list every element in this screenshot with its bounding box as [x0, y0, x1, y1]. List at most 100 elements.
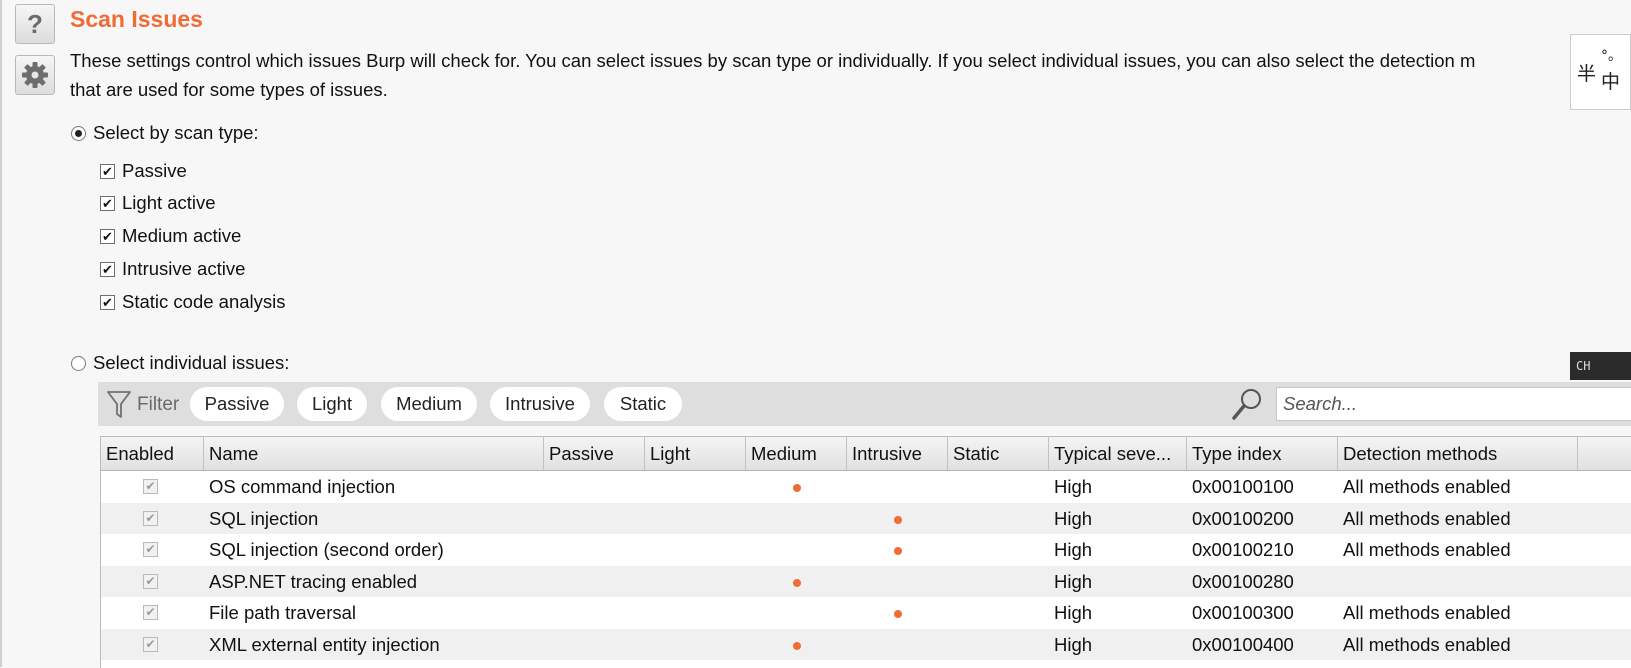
table-row[interactable]: ✔ OS command injection High 0x00100100 All m… — [101, 471, 1631, 503]
enabled-checkbox[interactable]: ✔ — [143, 573, 158, 589]
cell-enabled: ✔ — [101, 534, 204, 566]
checkbox-box[interactable]: ✔ — [100, 163, 115, 179]
checkbox-box[interactable]: ✔ — [100, 261, 115, 277]
checkbox-box[interactable]: ✔ — [100, 195, 115, 211]
enabled-checkbox[interactable]: ✔ — [143, 636, 158, 652]
settings-button[interactable] — [15, 55, 55, 95]
cell-severity: High — [1054, 539, 1093, 560]
column-header-medium[interactable]: Medium — [746, 437, 847, 470]
table-row[interactable]: ✔ File path traversal High 0x00100300 All me… — [101, 597, 1631, 629]
cell-detection-methods: All methods enabled — [1343, 602, 1511, 623]
enabled-checkbox[interactable]: ✔ — [143, 542, 158, 557]
cell-static — [948, 566, 1049, 598]
scan-type-dot — [793, 484, 801, 492]
checkbox-label: Intrusive active — [122, 258, 246, 279]
checkbox-box[interactable]: ✔ — [100, 294, 115, 310]
ime-toolbar[interactable]: CH — [1570, 352, 1631, 380]
cell-severity: High — [1054, 602, 1093, 623]
cell-light — [645, 629, 746, 661]
checkbox-label: Light active — [122, 192, 216, 213]
select-by-scan-type-radio[interactable]: Select by scan type: — [71, 122, 259, 144]
filter-chip-light[interactable]: Light — [297, 387, 367, 421]
checkbox-box[interactable]: ✔ — [100, 228, 115, 244]
cell-passive — [544, 566, 645, 598]
radio-button-unselected[interactable] — [71, 355, 86, 371]
cell-intrusive — [847, 597, 948, 629]
funnel-icon — [107, 391, 131, 418]
magnifier-icon — [1232, 389, 1261, 420]
ime-logo-overlay: 半 °。 中 — [1570, 34, 1631, 110]
cell-detection-methods — [1338, 566, 1578, 598]
cell-detection-methods: All methods enabled — [1343, 539, 1511, 560]
issues-table: Enabled Name Passive Light Medium Intrus… — [100, 436, 1631, 668]
column-header-name[interactable]: Name — [204, 437, 544, 470]
column-header-type-index[interactable]: Type index — [1187, 437, 1338, 470]
cell-passive — [544, 471, 645, 503]
radio-button-selected[interactable] — [71, 125, 86, 141]
column-header-typical-severity[interactable]: Typical seve... — [1049, 437, 1187, 470]
table-row[interactable]: ✔ SQL injection High 0x00100200 All methods … — [101, 502, 1631, 535]
cell-name: SQL injection — [209, 507, 319, 529]
cell-enabled: ✔ — [101, 566, 204, 598]
enabled-checkbox[interactable]: ✔ — [143, 510, 158, 526]
cell-detection-methods: All methods enabled — [1343, 507, 1511, 529]
cell-light — [645, 597, 746, 629]
table-row[interactable]: ✔ SQL injection (second order) High 0x00100… — [101, 534, 1631, 566]
gear-icon — [22, 62, 48, 88]
table-row[interactable]: ✔ XML external entity injection High 0x0010… — [101, 628, 1631, 661]
search-input[interactable] — [1276, 387, 1631, 421]
filter-chip-passive[interactable]: Passive — [190, 387, 284, 421]
cell-light — [645, 503, 746, 535]
checkbox-passive[interactable]: ✔ Passive — [100, 160, 187, 182]
cell-name: OS command injection — [209, 476, 396, 497]
cell-type-index: 0x00100100 — [1192, 476, 1294, 497]
cell-enabled: ✔ — [101, 471, 204, 503]
cell-enabled: ✔ — [101, 503, 204, 535]
column-header-enabled[interactable]: Enabled — [101, 437, 204, 470]
checkbox-medium-active[interactable]: ✔ Medium active — [100, 225, 241, 247]
checkbox-label: Static code analysis — [122, 291, 286, 312]
cell-light — [645, 566, 746, 598]
column-header-passive[interactable]: Passive — [544, 437, 645, 470]
filter-chip-intrusive[interactable]: Intrusive — [490, 387, 590, 421]
logo-char: 中 — [1601, 71, 1621, 93]
column-header-static[interactable]: Static — [948, 437, 1049, 470]
cell-passive — [544, 629, 645, 661]
logo-char: °。 — [1601, 48, 1622, 64]
cell-light — [645, 471, 746, 503]
cell-passive — [544, 597, 645, 629]
filter-button[interactable]: Filter — [106, 390, 179, 420]
cell-enabled: ✔ — [101, 629, 204, 661]
filter-chip-static[interactable]: Static — [604, 387, 682, 421]
select-individual-issues-label: Select individual issues: — [93, 352, 290, 373]
column-header-light[interactable]: Light — [645, 437, 746, 470]
select-individual-issues-radio[interactable]: Select individual issues: — [71, 352, 289, 374]
cell-static — [948, 503, 1049, 535]
scan-type-dot — [894, 610, 902, 618]
cell-intrusive — [847, 471, 948, 503]
filter-chip-medium[interactable]: Medium — [381, 387, 477, 421]
table-row[interactable]: ✔ ASP.NET tracing enabled High 0x00100280 — [101, 565, 1631, 598]
cell-medium — [746, 471, 847, 503]
cell-intrusive — [847, 503, 948, 535]
checkbox-light-active[interactable]: ✔ Light active — [100, 192, 216, 214]
filter-label: Filter — [137, 394, 180, 415]
ime-language-label: CH — [1576, 359, 1591, 373]
left-edge-rule — [0, 0, 2, 667]
help-button[interactable]: ? — [15, 4, 55, 44]
cell-enabled: ✔ — [101, 597, 204, 629]
column-header-intrusive[interactable]: Intrusive — [847, 437, 948, 470]
cell-type-index: 0x00100210 — [1192, 539, 1294, 560]
cell-name: File path traversal — [209, 602, 357, 623]
enabled-checkbox[interactable]: ✔ — [143, 479, 158, 494]
enabled-checkbox[interactable]: ✔ — [143, 605, 158, 620]
checkbox-static-code-analysis[interactable]: ✔ Static code analysis — [100, 291, 286, 313]
checkbox-intrusive-active[interactable]: ✔ Intrusive active — [100, 258, 245, 280]
cell-name: XML external entity injection — [209, 633, 440, 655]
cell-static — [948, 597, 1049, 629]
checkbox-label: Passive — [122, 160, 187, 181]
page-title: Scan Issues — [70, 6, 203, 32]
column-header-detection-methods[interactable]: Detection methods — [1338, 437, 1578, 470]
table-header-row: Enabled Name Passive Light Medium Intrus… — [101, 437, 1631, 471]
cell-severity: High — [1054, 507, 1093, 529]
